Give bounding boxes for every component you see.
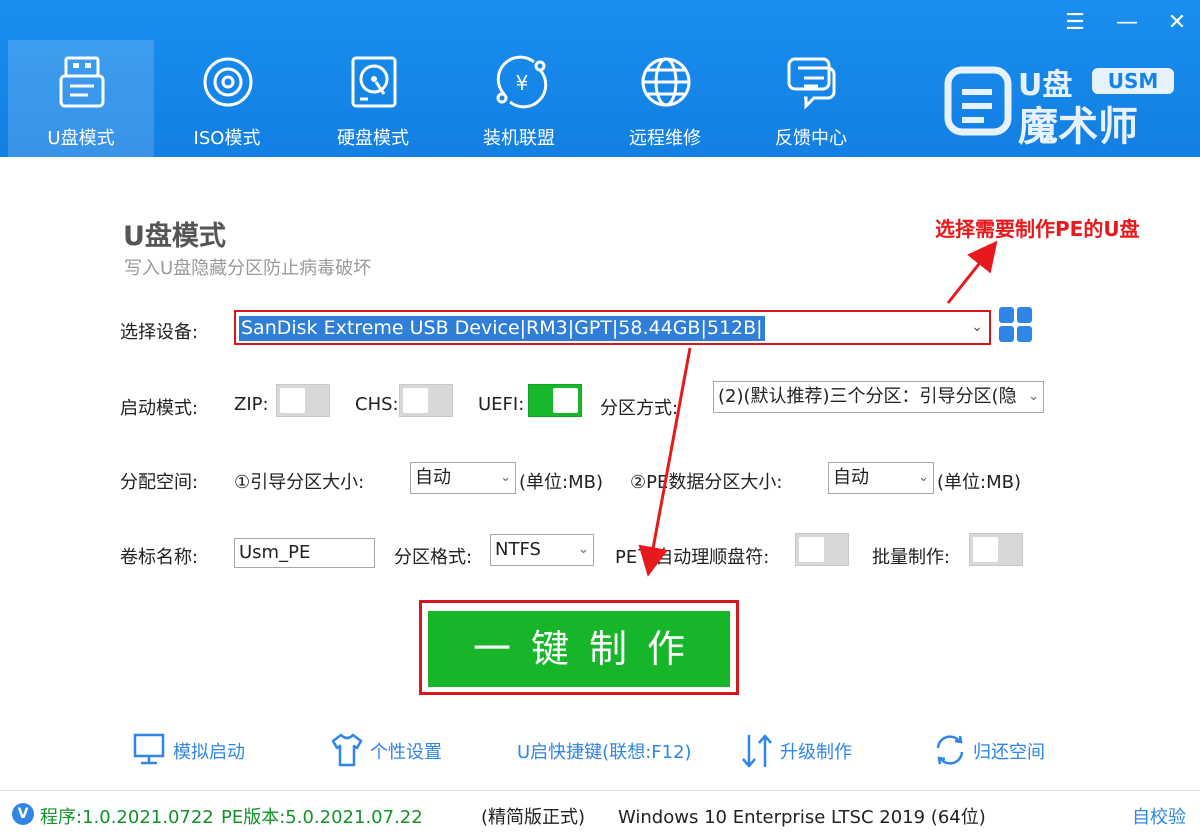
hard-disk-icon: [351, 56, 397, 108]
device-select-value: SanDisk Extreme USB Device|RM3|GPT|58.44…: [239, 316, 765, 341]
chs-toggle[interactable]: [399, 384, 453, 417]
footer-divider: [0, 790, 1200, 791]
fs-value: NTFS: [495, 539, 541, 560]
disc-icon: [203, 57, 253, 107]
one-click-make-button[interactable]: 一键制作: [428, 611, 730, 687]
close-icon[interactable]: ✕: [1162, 10, 1192, 35]
tab-label: 远程维修: [629, 128, 701, 149]
volume-name-input[interactable]: Usm_PE: [234, 538, 375, 568]
partition-mode-label: 分区方式:: [600, 398, 679, 419]
tab-install-alliance[interactable]: ¥ 装机联盟: [446, 40, 592, 157]
tool-label: U启快捷键(联想:F12): [517, 742, 692, 763]
chevron-down-icon: ⌄: [576, 535, 589, 565]
pe-size-value: 自动: [833, 467, 869, 488]
menu-icon[interactable]: ☰: [1060, 10, 1090, 35]
tool-label: 归还空间: [973, 742, 1045, 763]
pe-reorder-toggle[interactable]: [795, 533, 849, 566]
batch-toggle[interactable]: [969, 533, 1023, 566]
logo-badge: USM: [1092, 68, 1174, 94]
yen-coin-icon: ¥: [496, 55, 548, 109]
app-header: ☰ — ✕ U盘模式 ISO模式 硬盘模式 ¥ 装机联盟 远程维修 反馈中心 U…: [0, 0, 1200, 157]
boot-mode-label: 启动模式:: [120, 398, 199, 419]
boot-size-label: ①引导分区大小:: [234, 472, 365, 493]
annotation-callout: 选择需要制作PE的U盘: [935, 217, 1140, 241]
tab-u-disk-mode[interactable]: U盘模式: [8, 40, 154, 157]
monitor-icon: [133, 733, 165, 765]
pe-size-select[interactable]: 自动 ⌄: [828, 462, 934, 494]
pe-size-label: ②PE数据分区大小:: [630, 472, 783, 493]
volume-label: 卷标名称:: [120, 547, 199, 568]
usm-logo: U盘 USM 魔术师: [940, 62, 1180, 150]
program-version: 程序:1.0.2021.0722: [40, 807, 214, 828]
globe-icon: [641, 57, 691, 107]
tab-remote-repair[interactable]: 远程维修: [592, 40, 738, 157]
zip-label: ZIP:: [234, 394, 269, 415]
pe-reorder-label: PE下自动理顺盘符:: [615, 547, 770, 568]
boot-size-select[interactable]: 自动 ⌄: [410, 462, 516, 494]
minimize-icon[interactable]: —: [1112, 10, 1142, 35]
zip-toggle[interactable]: [276, 384, 330, 417]
page-subtitle: 写入U盘隐藏分区防止病毒破坏: [124, 258, 372, 279]
tab-feedback-center[interactable]: 反馈中心: [738, 40, 884, 157]
tool-label: 升级制作: [780, 742, 852, 763]
partition-mode-value: (2)(默认推荐)三个分区：引导分区(隐: [718, 386, 1017, 407]
tab-iso-mode[interactable]: ISO模式: [154, 40, 300, 157]
chevron-down-icon: ⌄: [971, 319, 983, 335]
device-grid-button[interactable]: [999, 307, 1033, 343]
partition-mode-select[interactable]: (2)(默认推荐)三个分区：引导分区(隐 ⌄: [713, 381, 1044, 413]
tab-hard-disk-mode[interactable]: 硬盘模式: [300, 40, 446, 157]
logo-line2: 魔术师: [1018, 104, 1138, 150]
uefi-toggle[interactable]: [528, 384, 582, 417]
self-check-link[interactable]: 自校验: [1132, 803, 1186, 829]
alloc-label: 分配空间:: [120, 472, 199, 493]
tshirt-icon: [331, 733, 363, 767]
upgrade-arrows-icon: [742, 734, 772, 768]
arrow-to-make-button: [638, 347, 692, 577]
unit-label: (单位:MB): [519, 472, 603, 493]
edition-text: (精简版正式): [481, 807, 586, 828]
tab-label: U盘模式: [47, 128, 115, 149]
tool-label: 个性设置: [370, 742, 442, 763]
fs-label: 分区格式:: [394, 547, 473, 568]
tab-label: 反馈中心: [775, 128, 847, 149]
os-info: Windows 10 Enterprise LTSC 2019 (64位): [618, 807, 986, 828]
chevron-down-icon: ⌄: [1026, 382, 1039, 412]
refresh-icon: [936, 735, 964, 765]
tab-label: 装机联盟: [483, 128, 555, 149]
arrow-to-annotation: [946, 240, 998, 304]
pe-version: PE版本:5.0.2021.07.22: [221, 807, 423, 828]
unit-label: (单位:MB): [937, 472, 1021, 493]
uefi-label: UEFI:: [478, 394, 525, 415]
tab-label: ISO模式: [193, 128, 261, 149]
batch-label: 批量制作:: [872, 547, 951, 568]
version-badge-icon: V: [12, 803, 34, 825]
chevron-down-icon: ⌄: [498, 463, 511, 493]
boot-size-value: 自动: [415, 467, 451, 488]
page-title: U盘模式: [123, 221, 226, 252]
device-label: 选择设备:: [120, 322, 199, 343]
usb-drive-icon: [59, 56, 105, 108]
device-select[interactable]: SanDisk Extreme USB Device|RM3|GPT|58.44…: [234, 310, 991, 345]
tab-label: 硬盘模式: [337, 128, 409, 149]
grid-icon: [999, 307, 1014, 323]
chat-bubble-icon: [787, 57, 836, 110]
chs-label: CHS:: [355, 394, 399, 415]
tool-label: 模拟启动: [173, 742, 245, 763]
fs-select[interactable]: NTFS ⌄: [490, 534, 594, 566]
svg-text:¥: ¥: [516, 71, 529, 95]
chevron-down-icon: ⌄: [916, 463, 929, 493]
